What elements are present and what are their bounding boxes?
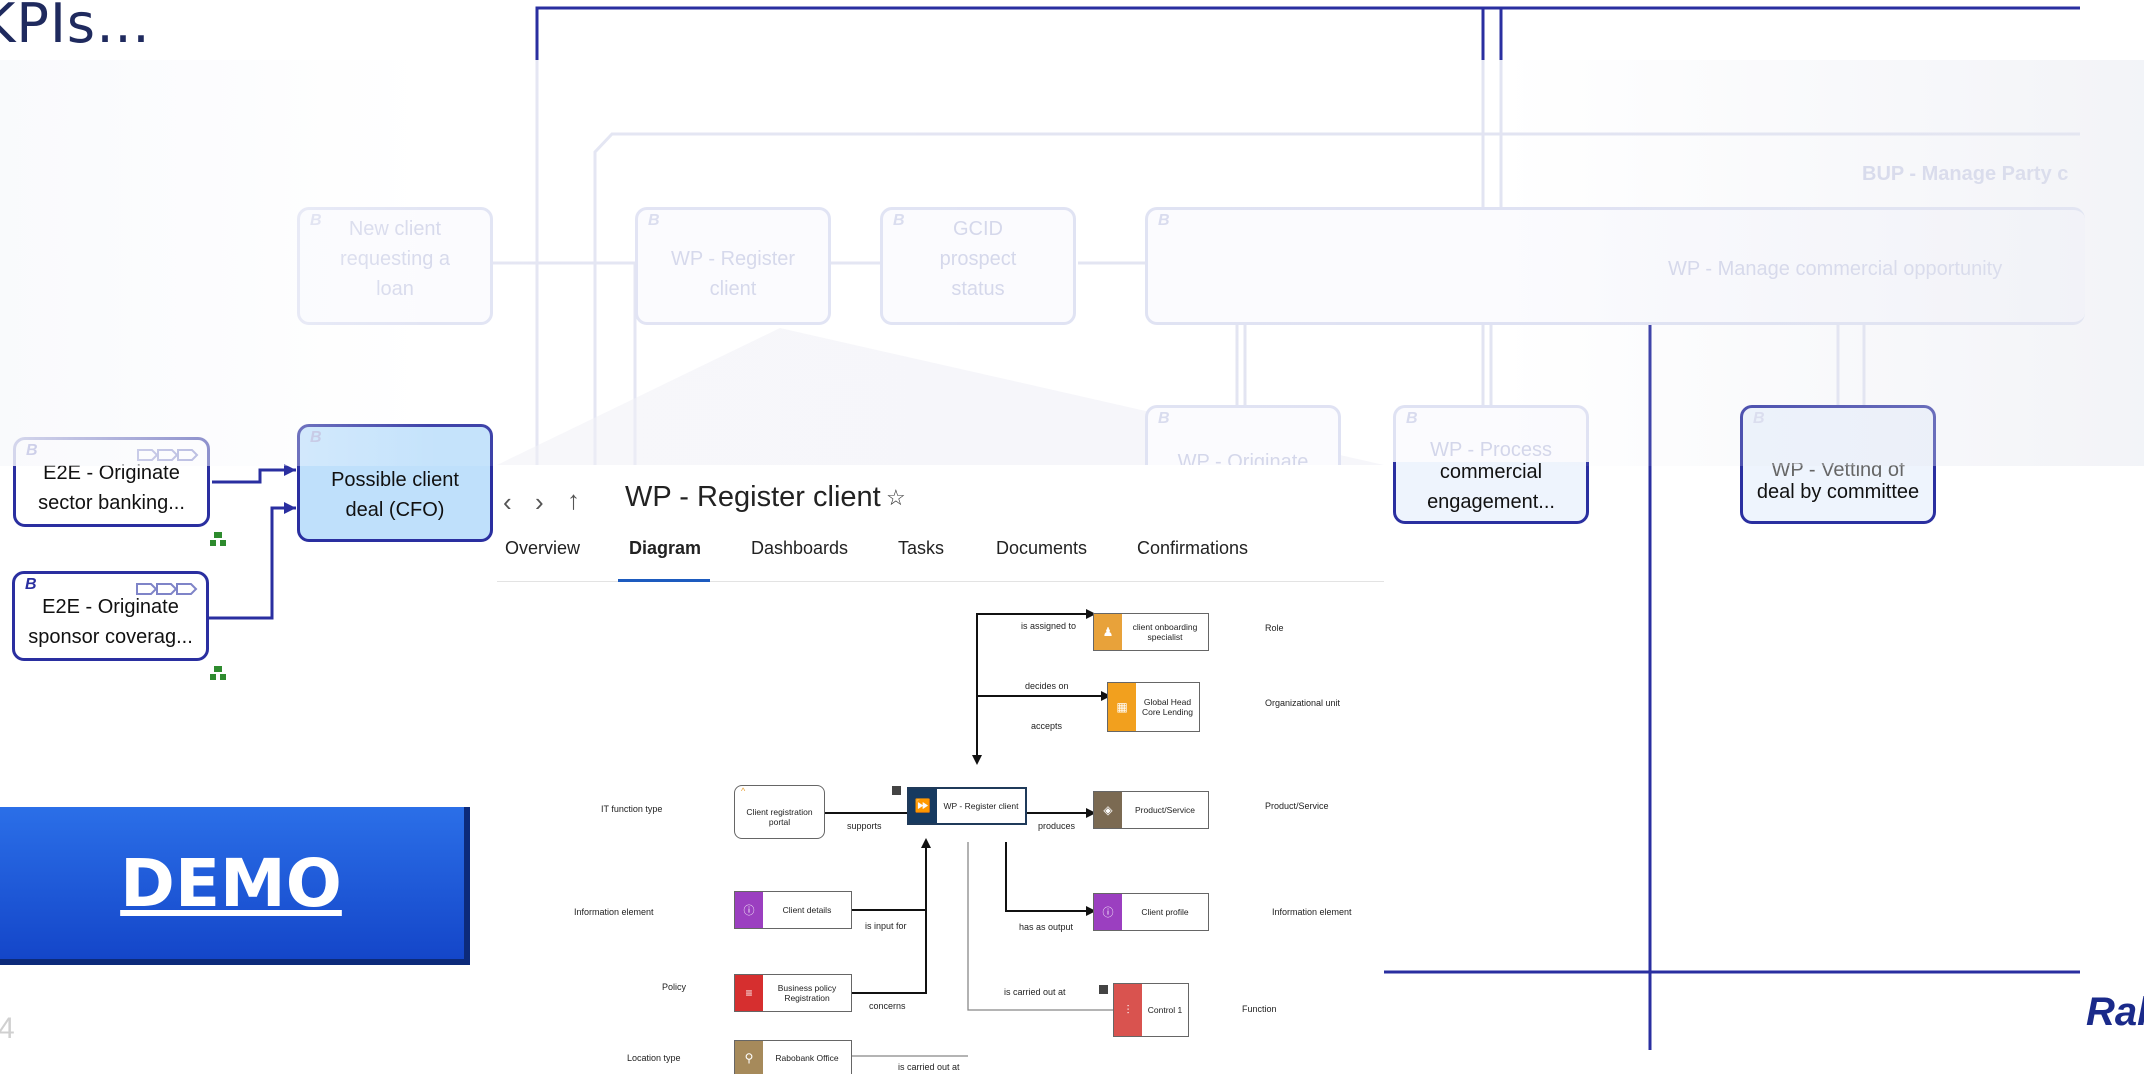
- box-marker: B: [1158, 410, 1170, 427]
- node-client-profile[interactable]: ⓘ Client profile: [1093, 893, 1209, 931]
- policy-document-icon: ≡: [735, 975, 763, 1011]
- box-marker: B: [1753, 410, 1765, 427]
- relation-label: decides on: [1025, 681, 1069, 691]
- process-box-gcid-prospect[interactable]: B GCID prospect status: [880, 207, 1076, 325]
- role-icon: ♟: [1094, 614, 1122, 650]
- process-box-possible-client-deal[interactable]: B Possible client deal (CFO): [297, 424, 493, 542]
- node-control-1[interactable]: ⫶ Control 1: [1113, 983, 1189, 1037]
- node-label: Client profile: [1141, 907, 1189, 917]
- type-label: Policy: [662, 982, 687, 992]
- detail-popup: ‹ › ↑ WP - Register client ☆ Overview Di…: [497, 465, 1384, 1074]
- demo-button[interactable]: DEMO: [0, 807, 470, 965]
- type-label: Location type: [627, 1053, 681, 1063]
- relation-label: concerns: [869, 1001, 906, 1011]
- node-label: Control 1: [1147, 1005, 1183, 1015]
- org-unit-icon: ▦: [1108, 683, 1136, 731]
- relation-label: is carried out at: [898, 1062, 960, 1072]
- box-label-line2: sponsor coverag...: [28, 626, 193, 648]
- node-label: Product/Service: [1135, 805, 1195, 815]
- process-box-process[interactable]: B WP - Process: [1393, 405, 1589, 465]
- box-marker: B: [310, 429, 322, 446]
- relationship-diagram-lines: [763, 609, 1113, 1057]
- process-box-new-client[interactable]: B New client requesting a loan: [297, 207, 493, 325]
- box-label-line1: Possible client: [331, 469, 459, 491]
- process-box-commercial-engagement[interactable]: commercial engagement...: [1393, 461, 1589, 524]
- type-label: Information element: [574, 907, 654, 917]
- box-label: GCID prospect status: [939, 218, 1017, 300]
- page-number: 4: [0, 1012, 15, 1045]
- info-element-icon: ⓘ: [735, 892, 763, 928]
- location-pin-icon: ⚲: [735, 1041, 763, 1074]
- node-label: WP - Register client: [943, 801, 1019, 811]
- box-marker: B: [648, 212, 660, 229]
- brand-logo-text: Ral: [2086, 990, 2144, 1034]
- relation-label: is input for: [865, 921, 907, 931]
- box-label-line2: sector banking...: [38, 492, 185, 514]
- process-box-e2e-sponsor[interactable]: B E2E - Originate sponsor coverag...: [12, 571, 209, 661]
- box-label-line2: engagement...: [1427, 491, 1555, 513]
- node-rabobank-office[interactable]: ⚲ Rabobank Office: [734, 1040, 852, 1074]
- node-label: Business policy Registration: [777, 983, 837, 1003]
- relation-label: accepts: [1031, 721, 1063, 731]
- node-label: Client registration portal: [746, 807, 813, 827]
- box-marker: B: [1158, 212, 1170, 229]
- process-box-register-client[interactable]: B WP - Register client: [635, 207, 831, 325]
- box-label-line1: E2E - Originate: [42, 596, 179, 618]
- process-box-vetting-of-deal[interactable]: B WP - Vetting of deal by committee: [1740, 405, 1936, 524]
- box-label-line1: commercial: [1439, 461, 1543, 483]
- type-label: Product/Service: [1265, 801, 1329, 811]
- node-label: client onboarding specialist: [1132, 622, 1198, 642]
- box-label-line1: E2E - Originate: [43, 462, 180, 484]
- type-label: Function: [1242, 1004, 1277, 1014]
- box-label-line2: deal (CFO): [345, 499, 445, 521]
- type-label: IT function type: [601, 804, 663, 814]
- node-label: Global Head Core Lending: [1141, 697, 1194, 717]
- relation-label: is carried out at: [1004, 987, 1066, 997]
- process-box-manage-opportunity[interactable]: B WP - Manage commercial opportunity: [1145, 207, 2085, 325]
- node-product-service[interactable]: ◈ Product/Service: [1093, 791, 1209, 829]
- demo-button-label: DEMO: [120, 845, 342, 922]
- fast-forward-icon: ⏩: [909, 789, 937, 823]
- box-marker: B: [1406, 410, 1418, 427]
- package-icon: ◈: [1094, 792, 1122, 828]
- box-label-line1: WP - Vetting of: [1771, 463, 1905, 477]
- box-label: New client requesting a loan: [339, 218, 451, 300]
- box-label: WP - Manage commercial opportunity: [1668, 258, 2003, 280]
- node-client-onboarding-specialist[interactable]: ♟ client onboarding specialist: [1093, 613, 1209, 651]
- it-function-icon: ^: [741, 786, 746, 796]
- top-right-process-label: BUP - Manage Party c: [1862, 163, 2069, 185]
- center-node-register-client[interactable]: ⏩ WP - Register client: [907, 787, 1027, 825]
- type-label: Information element: [1272, 907, 1352, 917]
- function-sliders-icon: ⫶: [1114, 984, 1142, 1036]
- node-label: Rabobank Office: [775, 1052, 839, 1063]
- type-label: Organizational unit: [1265, 698, 1341, 708]
- node-client-registration-portal[interactable]: Client registration portal ^: [734, 785, 825, 839]
- box-label-line2: deal by committee: [1756, 481, 1920, 503]
- node-business-policy-registration[interactable]: ≡ Business policy Registration: [734, 974, 852, 1012]
- node-global-head-core-lending[interactable]: ▦ Global Head Core Lending: [1107, 682, 1200, 732]
- relation-label: has as output: [1019, 922, 1074, 932]
- node-client-details[interactable]: ⓘ Client details: [734, 891, 852, 929]
- box-label: WP - Register client: [670, 248, 796, 300]
- type-label: Role: [1265, 623, 1284, 633]
- relation-label: produces: [1038, 821, 1076, 831]
- relation-label: is assigned to: [1021, 621, 1077, 631]
- node-label: Client details: [782, 905, 832, 915]
- process-box-e2e-sector[interactable]: B E2E - Originate sector banking...: [13, 437, 210, 527]
- relation-label: supports: [847, 821, 882, 831]
- info-element-icon: ⓘ: [1094, 894, 1122, 930]
